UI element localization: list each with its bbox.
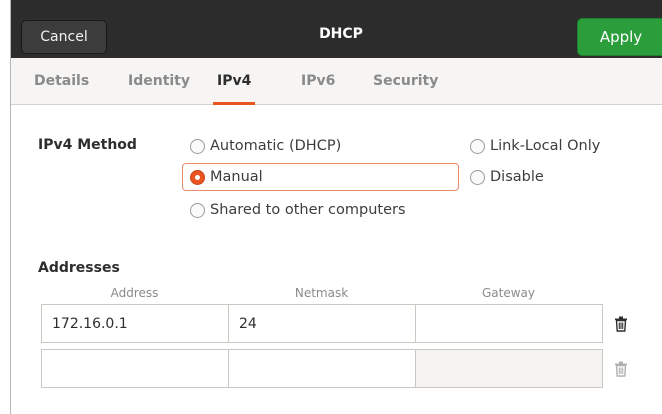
network-settings-window: Cancel DHCP Apply Details Identity IPv4 … (10, 0, 662, 414)
column-header-gateway: Gateway (481, 286, 535, 300)
trash-icon (614, 316, 628, 332)
delete-address-button[interactable] (601, 305, 641, 343)
tab-ipv6[interactable]: IPv6 (301, 58, 335, 104)
radio-label: Automatic (DHCP) (210, 138, 342, 154)
tab-identity[interactable]: Identity (128, 58, 190, 104)
radio-label: Shared to other computers (210, 202, 406, 218)
radio-indicator-checked (190, 169, 205, 185)
radio-indicator (470, 138, 485, 154)
delete-address-button-disabled (601, 350, 641, 388)
radio-automatic-dhcp[interactable]: Automatic (DHCP) (190, 132, 341, 160)
tab-details[interactable]: Details (34, 58, 89, 104)
radio-indicator (190, 138, 205, 154)
apply-button[interactable]: Apply (577, 18, 662, 56)
tab-ipv4[interactable]: IPv4 (212, 58, 256, 105)
radio-indicator (190, 202, 205, 218)
cancel-button[interactable]: Cancel (21, 20, 107, 54)
radio-label: Link-Local Only (490, 138, 601, 154)
column-header-address: Address (110, 286, 159, 300)
radio-label: Disable (490, 169, 544, 185)
radio-label: Manual (210, 169, 263, 185)
gateway-input-disabled (415, 349, 603, 388)
header-bar: Cancel DHCP Apply (11, 0, 662, 59)
address-input[interactable]: 172.16.0.1 (41, 304, 229, 343)
radio-indicator (470, 169, 485, 185)
radio-manual[interactable]: Manual (190, 163, 263, 191)
addresses-label: Addresses (38, 260, 120, 276)
netmask-input-empty[interactable] (228, 349, 416, 388)
netmask-input[interactable]: 24 (228, 304, 416, 343)
dialog-title: DHCP (319, 26, 363, 42)
column-header-netmask: Netmask (294, 286, 349, 300)
address-input-empty[interactable] (41, 349, 229, 388)
trash-icon (614, 361, 628, 377)
radio-shared-to-other-computers[interactable]: Shared to other computers (190, 196, 406, 224)
radio-disable[interactable]: Disable (470, 163, 544, 191)
tab-security[interactable]: Security (373, 58, 438, 104)
radio-link-local-only[interactable]: Link-Local Only (470, 132, 600, 160)
ipv4-method-label: IPv4 Method (38, 137, 137, 153)
gateway-input[interactable] (415, 304, 603, 343)
tab-bar: Details Identity IPv4 IPv6 Security (11, 58, 662, 105)
